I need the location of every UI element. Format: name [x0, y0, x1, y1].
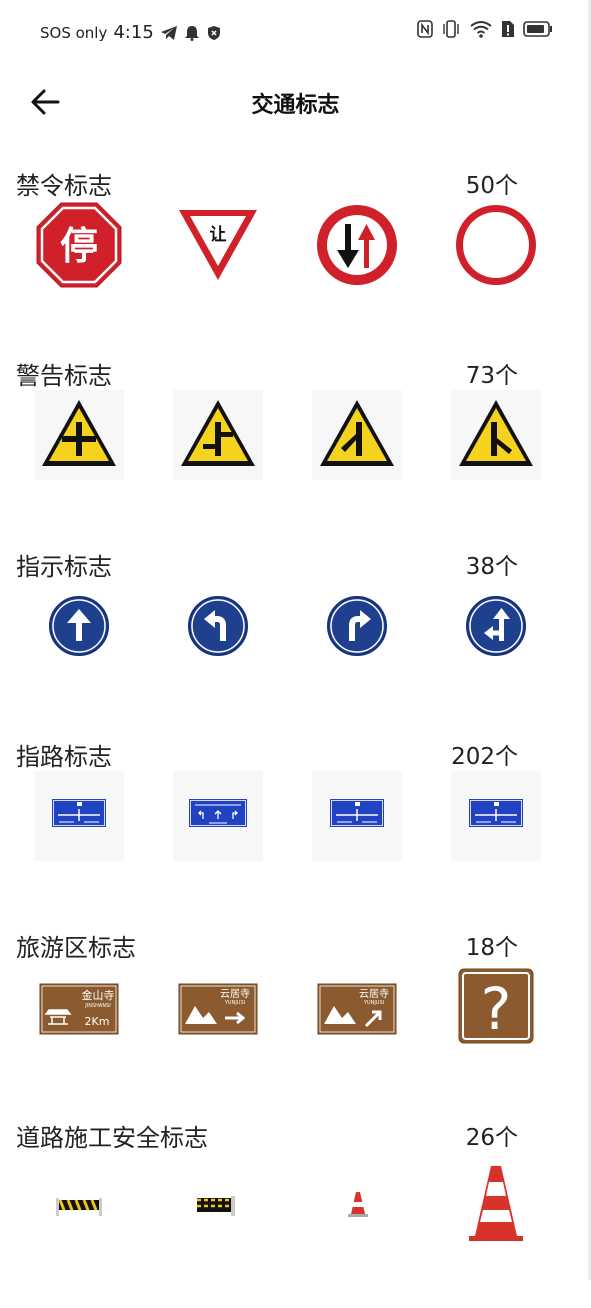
sign-row: 停 让 — [0, 200, 591, 310]
side-road-left-warning-icon[interactable] — [312, 390, 402, 480]
barrier-icon[interactable] — [34, 1152, 124, 1242]
direction-board-icon[interactable] — [34, 771, 124, 861]
section-title: 道路施工安全标志 — [16, 1124, 208, 1152]
tourist-sign-icon[interactable]: 金山寺 JINSHANSI 2Km — [34, 962, 124, 1052]
sign-row — [0, 581, 591, 691]
wifi-icon — [470, 21, 492, 38]
yield-sign-text: 让 — [210, 225, 227, 245]
section-count: 38个 — [465, 554, 518, 580]
tourist-sign-pinyin: YUNJUSI — [363, 1000, 384, 1006]
section-warning[interactable]: 警告标志 73个 — [0, 356, 591, 546]
section-title: 警告标志 — [16, 362, 112, 390]
telegram-icon — [160, 25, 177, 40]
section-count: 50个 — [465, 173, 518, 199]
question-mark-text: ? — [481, 975, 512, 1043]
section-title: 旅游区标志 — [16, 934, 136, 962]
tourist-sign-pinyin: JINSHANSI — [84, 1003, 110, 1009]
turn-left-sign-icon[interactable] — [173, 581, 263, 671]
tourist-sign-text: 金山寺 — [82, 988, 115, 1002]
crossroad-warning-icon[interactable] — [34, 390, 124, 480]
section-title: 指示标志 — [16, 553, 112, 581]
sign-row — [0, 1152, 591, 1262]
no-vehicles-sign-icon[interactable] — [451, 200, 541, 290]
section-guide[interactable]: 指路标志 202个 — [0, 737, 591, 927]
sign-row — [0, 771, 591, 881]
status-left: SOS only 4:15 — [40, 22, 222, 43]
section-prohibition[interactable]: 禁令标志 50个 停 让 — [0, 166, 591, 356]
carrier-text: SOS only — [40, 23, 108, 42]
status-right — [417, 20, 553, 38]
nfc-icon — [417, 20, 433, 38]
tourist-sign-icon[interactable]: 云居寺 YUNJUSI — [312, 962, 402, 1052]
question-mark-sign-icon[interactable]: ? — [451, 962, 541, 1052]
section-count: 73个 — [465, 363, 518, 389]
status-bar: SOS only 4:15 — [0, 0, 591, 66]
section-indication[interactable]: 指示标志 38个 — [0, 547, 591, 737]
section-count: 26个 — [465, 1125, 518, 1151]
page-title: 交通标志 — [251, 93, 340, 118]
barrier-icon[interactable] — [173, 1152, 263, 1242]
oncoming-priority-sign-icon[interactable] — [312, 200, 402, 290]
section-count: 18个 — [465, 935, 518, 961]
side-road-right-warning-icon[interactable] — [451, 390, 541, 480]
tourist-sign-distance: 2Km — [85, 1015, 110, 1028]
turn-right-sign-icon[interactable] — [312, 581, 402, 671]
bell-icon — [184, 25, 199, 41]
tourist-sign-icon[interactable]: 云居寺 YUNJUSI — [173, 962, 263, 1052]
sign-row: 金山寺 JINSHANSI 2Km 云居寺 YUNJUSI 云居寺 YUNJUS… — [0, 962, 591, 1072]
clock-text: 4:15 — [113, 22, 154, 43]
traffic-cone-icon[interactable] — [312, 1152, 402, 1242]
tourist-sign-pinyin: YUNJUSI — [224, 1000, 245, 1006]
direction-board-icon[interactable] — [312, 771, 402, 861]
stop-sign-text: 停 — [60, 224, 98, 268]
app-bar: 交通标志 — [0, 66, 591, 138]
sim-alert-icon — [502, 21, 514, 37]
shield-icon — [207, 25, 220, 40]
stop-sign-icon[interactable]: 停 — [34, 200, 124, 290]
traffic-cone-icon[interactable] — [451, 1152, 541, 1242]
direction-board-icon[interactable] — [451, 771, 541, 861]
direction-board-icon[interactable] — [173, 771, 263, 861]
tourist-sign-text: 云居寺 — [359, 988, 389, 1000]
section-title: 禁令标志 — [16, 172, 112, 200]
sign-row — [0, 390, 591, 500]
vibrate-icon — [443, 20, 459, 38]
tourist-sign-text: 云居寺 — [220, 988, 250, 1000]
section-title: 指路标志 — [16, 743, 112, 771]
battery-icon — [523, 21, 552, 37]
yield-sign-icon[interactable]: 让 — [173, 200, 263, 290]
section-tourist[interactable]: 旅游区标志 18个 金山寺 JINSHANSI 2Km 云居寺 YUNJUSI … — [0, 928, 591, 1118]
section-count: 202个 — [451, 744, 518, 770]
straight-ahead-sign-icon[interactable] — [34, 581, 124, 671]
straight-or-left-sign-icon[interactable] — [451, 581, 541, 671]
staggered-junction-warning-icon[interactable] — [173, 390, 263, 480]
